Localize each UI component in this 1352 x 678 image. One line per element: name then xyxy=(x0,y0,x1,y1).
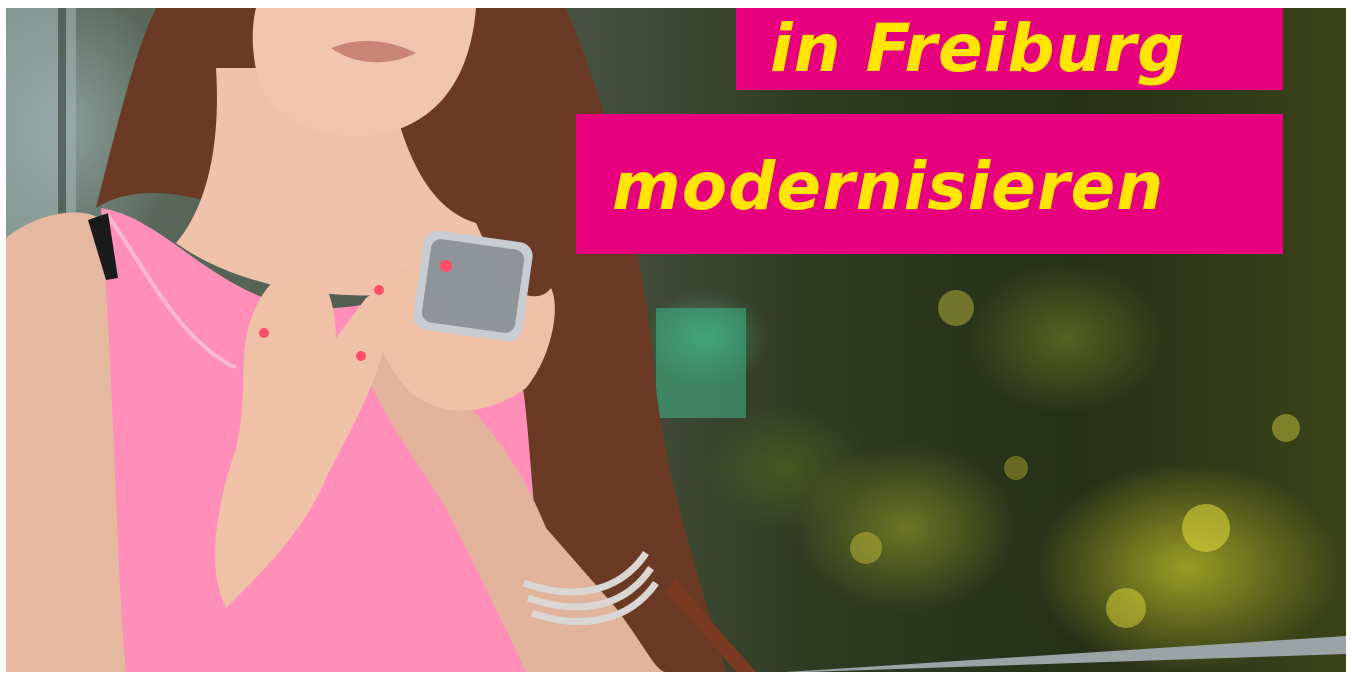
railing xyxy=(786,636,1346,672)
fingernail xyxy=(259,328,269,338)
photo-frame: in Freiburg modernisieren xyxy=(6,8,1346,672)
fingernail xyxy=(374,285,384,295)
smartphone xyxy=(413,230,533,342)
fingernail xyxy=(356,351,366,361)
headline-line-2: modernisieren xyxy=(576,114,1283,254)
fingernail xyxy=(440,260,452,272)
green-light xyxy=(656,308,746,418)
bokeh xyxy=(1182,504,1230,552)
bokeh xyxy=(938,290,974,326)
headline-line-1: in Freiburg xyxy=(736,8,1283,90)
background-photo xyxy=(6,8,1346,672)
bokeh xyxy=(1106,588,1146,628)
window-mullion xyxy=(58,8,66,238)
bokeh xyxy=(850,532,882,564)
bokeh xyxy=(1272,414,1300,442)
bokeh xyxy=(1004,456,1028,480)
